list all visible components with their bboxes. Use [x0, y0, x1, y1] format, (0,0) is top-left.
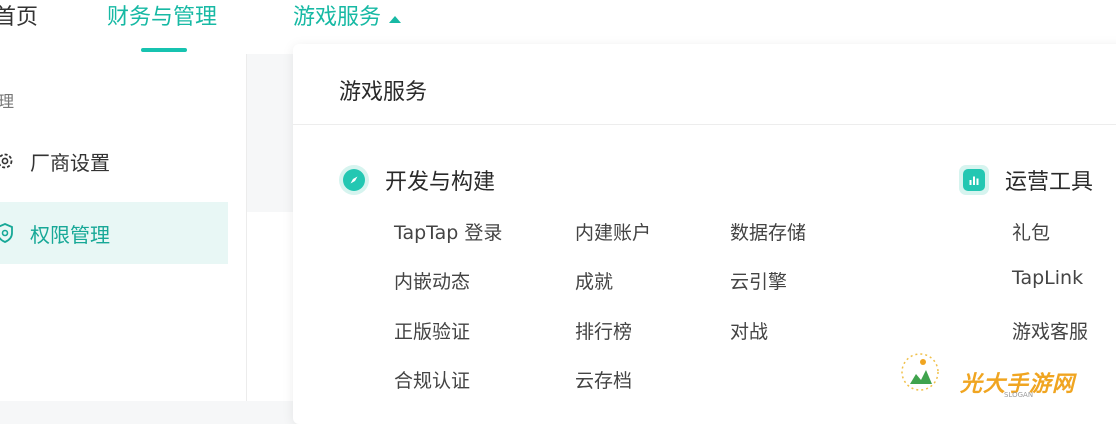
sidebar-item-permission-management[interactable]: 权限管理 [0, 202, 228, 264]
link-taplink[interactable]: TapLink [1012, 267, 1083, 289]
compass-icon [339, 165, 369, 195]
link-compliance-auth[interactable]: 合规认证 [394, 366, 470, 393]
sidebar-item-label: 权限管理 [30, 222, 110, 247]
link-license-verification[interactable]: 正版验证 [394, 317, 470, 344]
link-game-support[interactable]: 游戏客服 [1012, 317, 1088, 344]
link-battle[interactable]: 对战 [730, 317, 768, 344]
link-taptap-login[interactable]: TapTap 登录 [394, 218, 502, 245]
watermark-emblem-icon [901, 353, 939, 391]
content-area-fragment [247, 212, 297, 401]
sidebar-item-label: 厂商设置 [30, 150, 110, 175]
link-leaderboard[interactable]: 排行榜 [575, 317, 632, 344]
nav-home[interactable]: 首页 [0, 4, 38, 32]
link-builtin-account[interactable]: 内建账户 [575, 218, 651, 245]
link-data-storage[interactable]: 数据存储 [730, 218, 806, 245]
section-title: 开发与构建 [385, 170, 496, 195]
nav-game-services-label: 游戏服务 [293, 5, 382, 30]
nav-finance-management[interactable]: 财务与管理 [107, 4, 217, 32]
link-embedded-moments[interactable]: 内嵌动态 [394, 267, 470, 294]
link-achievements[interactable]: 成就 [575, 267, 613, 294]
divider [293, 124, 1116, 125]
gear-icon [0, 150, 16, 172]
bar-chart-icon [959, 165, 989, 195]
caret-up-icon [389, 15, 402, 23]
sidebar: 理 厂商设置 权限管理 [0, 54, 247, 401]
shield-icon [0, 222, 16, 244]
nav-game-services[interactable]: 游戏服务 [293, 4, 402, 32]
link-gift-pack[interactable]: 礼包 [1012, 218, 1050, 245]
link-cloud-engine[interactable]: 云引擎 [730, 267, 787, 294]
section-ops-tools-header: 运营工具 [959, 164, 1093, 196]
watermark-logo: 光大手游网 SLOGAN [896, 344, 1106, 401]
link-cloud-save[interactable]: 云存档 [575, 366, 632, 393]
sidebar-item-vendor-settings[interactable]: 厂商设置 [0, 130, 228, 192]
watermark-slogan: SLOGAN [1004, 391, 1034, 399]
dropdown-title: 游戏服务 [339, 80, 428, 105]
sidebar-group-label: 理 [0, 92, 15, 111]
nav-active-indicator [141, 48, 187, 52]
section-dev-build-header: 开发与构建 [339, 164, 495, 196]
section-title: 运营工具 [1005, 170, 1094, 195]
